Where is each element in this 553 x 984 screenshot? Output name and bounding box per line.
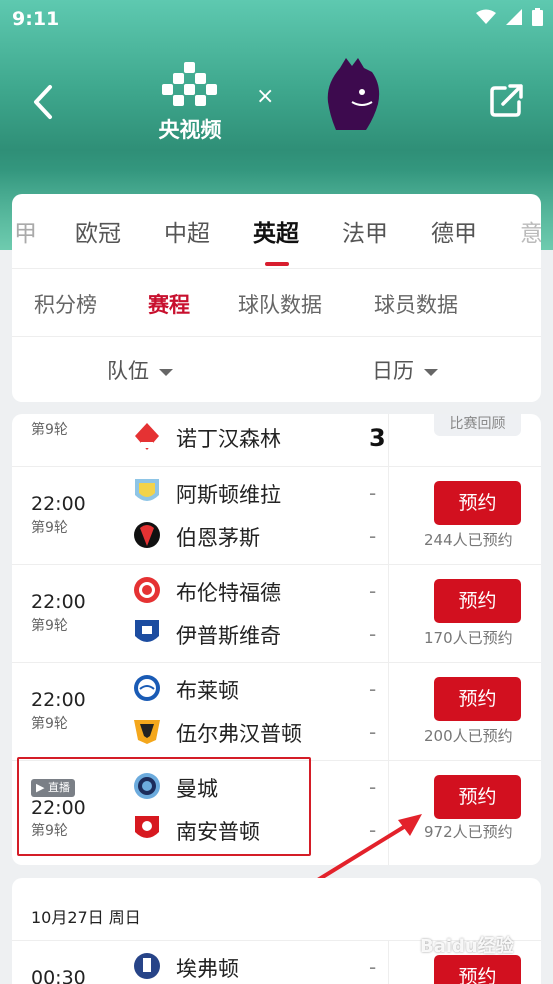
match-round: 第9轮 (31, 716, 68, 732)
battery-icon (532, 8, 543, 30)
reservation-count: 200人已预约 (424, 727, 513, 745)
tab-partial-right[interactable]: 意 (520, 214, 541, 248)
match-date-header: 10月27日 周日 (31, 908, 141, 927)
status-time: 9:11 (12, 8, 60, 30)
home-score: - (369, 955, 377, 979)
divider (388, 941, 389, 984)
tab-ucl[interactable]: 欧冠 (75, 214, 121, 248)
tab-csl[interactable]: 中超 (164, 214, 210, 248)
home-team: 布莱顿 (176, 679, 239, 703)
tab-bundesliga[interactable]: 德甲 (431, 214, 477, 248)
caret-down-icon (424, 368, 438, 376)
aston-villa-crest-icon (135, 479, 159, 501)
reserve-button[interactable]: 预约 (434, 677, 521, 721)
match-review-button[interactable]: 比赛回顾 (434, 414, 521, 436)
away-team: 伍尔弗汉普顿 (176, 722, 302, 746)
cctv-logo-icon (162, 62, 217, 106)
team-filter[interactable]: 队伍 (107, 355, 173, 385)
home-score: - (369, 481, 377, 505)
match-time: 00:30 (31, 967, 86, 984)
subtab-standings[interactable]: 积分榜 (34, 289, 97, 319)
active-tab-indicator (265, 262, 289, 266)
divider (388, 663, 389, 761)
away-score: 3 (369, 424, 386, 452)
subtab-player-stats[interactable]: 球员数据 (374, 289, 458, 319)
caret-down-icon (159, 368, 173, 376)
away-score: - (369, 720, 377, 744)
home-team: 阿斯顿维拉 (176, 483, 281, 507)
reservation-count: 244人已预约 (424, 531, 513, 549)
reservation-count: 170人已预约 (424, 629, 513, 647)
share-button[interactable] (489, 82, 525, 118)
home-team: 布伦特福德 (176, 581, 281, 605)
match-time: 22:00 (31, 493, 86, 515)
watermark: Baidu经验 (420, 936, 514, 957)
premier-league-lion-logo (322, 56, 384, 132)
league-tabs: 甲 欧冠 中超 英超 法甲 德甲 意 (12, 194, 541, 268)
cross-symbol: × (256, 84, 275, 109)
away-score: - (369, 524, 377, 548)
cctv-brand-label: 央视频 (158, 118, 222, 142)
divider (388, 565, 389, 663)
nottingham-forest-crest-icon (135, 423, 159, 450)
match-row[interactable]: 22:00 第9轮 布伦特福德 - 伊普斯维奇 - 预约 170人已预约 (12, 565, 541, 663)
reserve-button[interactable]: 预约 (434, 955, 521, 984)
reserve-button[interactable]: 预约 (434, 579, 521, 623)
away-team: 诺丁汉森林 (176, 427, 281, 451)
home-team: 埃弗顿 (176, 957, 239, 981)
ipswich-crest-icon (135, 620, 159, 642)
top-nav: 央视频 × (0, 50, 553, 160)
subtab-team-stats[interactable]: 球队数据 (238, 289, 322, 319)
everton-crest-icon (134, 953, 160, 979)
brentford-crest-icon (134, 577, 160, 603)
away-score: - (369, 622, 377, 646)
home-score: - (369, 579, 377, 603)
tab-partial-left[interactable]: 甲 (14, 214, 37, 248)
match-round: 第9轮 (31, 422, 68, 438)
wolves-crest-icon (134, 720, 160, 744)
home-score: - (369, 775, 377, 799)
filter-bar: 队伍 日历 (12, 336, 541, 402)
chevron-left-icon (34, 85, 52, 119)
brighton-crest-icon (134, 675, 160, 701)
away-team: 伯恩茅斯 (176, 526, 260, 550)
match-time: 22:00 (31, 591, 86, 613)
status-bar: 9:11 (0, 0, 553, 38)
tab-epl[interactable]: 英超 (253, 214, 299, 248)
divider (388, 467, 389, 565)
match-round: 第9轮 (31, 520, 68, 536)
signal-icon (506, 9, 522, 29)
calendar-filter-label: 日历 (372, 359, 414, 383)
reserve-button[interactable]: 预约 (434, 775, 521, 819)
reserve-button[interactable]: 预约 (434, 481, 521, 525)
divider (388, 414, 389, 467)
highlight-box (17, 757, 311, 856)
sub-tabs: 积分榜 赛程 球队数据 球员数据 (12, 268, 541, 336)
calendar-filter[interactable]: 日历 (372, 355, 438, 385)
cctv-logo: 央视频 (150, 62, 230, 152)
tab-ligue1[interactable]: 法甲 (342, 214, 388, 248)
bournemouth-crest-icon (134, 522, 160, 548)
away-team: 伊普斯维奇 (176, 624, 281, 648)
share-icon (490, 84, 523, 117)
subtab-schedule[interactable]: 赛程 (148, 289, 190, 319)
home-score: - (369, 677, 377, 701)
team-filter-label: 队伍 (107, 359, 149, 383)
next-day-list: 10月27日 周日 00:30 埃弗顿 - 预约 (12, 878, 541, 984)
match-round: 第9轮 (31, 618, 68, 634)
match-row[interactable]: 22:00 第9轮 阿斯顿维拉 - 伯恩茅斯 - 预约 244人已预约 (12, 467, 541, 565)
wifi-icon (476, 9, 496, 29)
back-button[interactable] (28, 82, 60, 122)
match-row[interactable]: 22:00 第9轮 布莱顿 - 伍尔弗汉普顿 - 预约 200人已预约 (12, 663, 541, 761)
match-row[interactable]: 第9轮 诺丁汉森林 3 比赛回顾 (12, 414, 541, 467)
match-time: 22:00 (31, 689, 86, 711)
